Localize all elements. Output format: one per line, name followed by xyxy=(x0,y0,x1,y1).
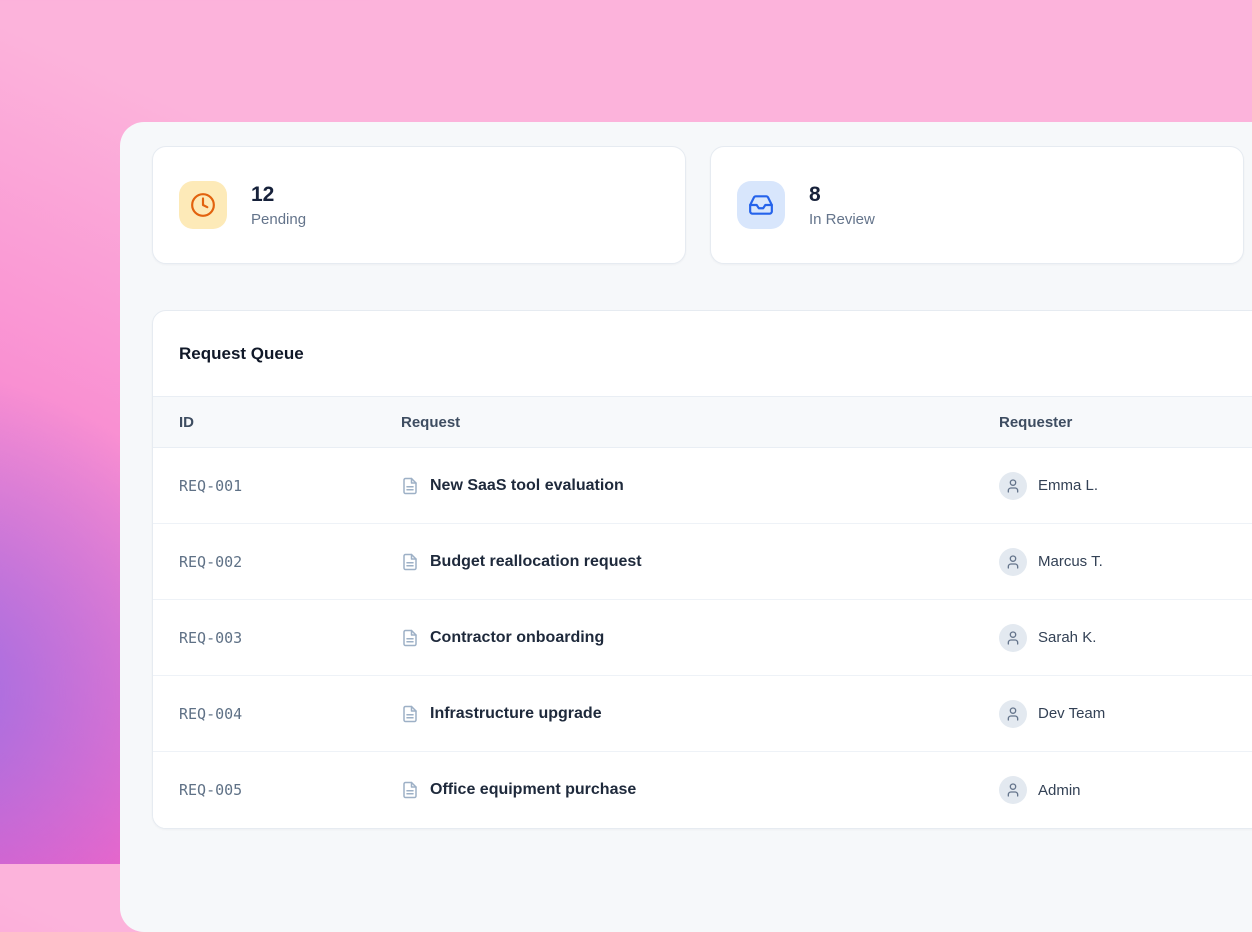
table-row[interactable]: REQ-001 New SaaS tool evaluation Emma L. xyxy=(153,448,1252,524)
stat-text: 12 Pending xyxy=(251,182,306,227)
request-id: REQ-003 xyxy=(153,629,401,647)
request-title: Contractor onboarding xyxy=(430,629,604,647)
column-header-request: Request xyxy=(401,414,999,431)
table-title: Request Queue xyxy=(153,311,1252,396)
stats-row: 12 Pending 8 In Review xyxy=(152,146,1252,264)
file-text-icon xyxy=(401,629,419,647)
table-row[interactable]: REQ-004 Infrastructure upgrade Dev Team xyxy=(153,676,1252,752)
page-background: { "colors": { "background_pink": "#fcb3d… xyxy=(0,0,1252,864)
in-review-count: 8 xyxy=(809,182,875,207)
column-header-requester: Requester xyxy=(999,414,1252,431)
avatar xyxy=(999,624,1027,652)
requester-name: Admin xyxy=(1038,782,1081,799)
request-id: REQ-005 xyxy=(153,781,401,799)
clock-icon xyxy=(179,181,227,229)
inbox-icon xyxy=(737,181,785,229)
in-review-label: In Review xyxy=(809,211,875,228)
request-id: REQ-002 xyxy=(153,553,401,571)
dashboard-panel: 12 Pending 8 In Review Request Queue ID … xyxy=(120,122,1252,932)
file-text-icon xyxy=(401,477,419,495)
requester-name: Dev Team xyxy=(1038,705,1105,722)
requester-name: Marcus T. xyxy=(1038,553,1103,570)
file-text-icon xyxy=(401,781,419,799)
request-title: Office equipment purchase xyxy=(430,781,636,799)
avatar xyxy=(999,472,1027,500)
requester-name: Emma L. xyxy=(1038,477,1098,494)
request-title: Budget reallocation request xyxy=(430,553,642,571)
table-row[interactable]: REQ-005 Office equipment purchase Admin xyxy=(153,752,1252,828)
request-id: REQ-001 xyxy=(153,477,401,495)
request-queue-card: Request Queue ID Request Requester REQ-0… xyxy=(152,310,1252,829)
avatar xyxy=(999,776,1027,804)
pending-label: Pending xyxy=(251,211,306,228)
requester-name: Sarah K. xyxy=(1038,629,1096,646)
file-text-icon xyxy=(401,553,419,571)
table-header-row: ID Request Requester xyxy=(153,396,1252,448)
avatar xyxy=(999,700,1027,728)
request-title: New SaaS tool evaluation xyxy=(430,477,624,495)
table-row[interactable]: REQ-003 Contractor onboarding Sarah K. xyxy=(153,600,1252,676)
stat-text: 8 In Review xyxy=(809,182,875,227)
stat-card-in-review: 8 In Review xyxy=(710,146,1244,264)
avatar xyxy=(999,548,1027,576)
table-row[interactable]: REQ-002 Budget reallocation request Marc… xyxy=(153,524,1252,600)
request-title: Infrastructure upgrade xyxy=(430,705,602,723)
stat-card-pending: 12 Pending xyxy=(152,146,686,264)
request-id: REQ-004 xyxy=(153,705,401,723)
file-text-icon xyxy=(401,705,419,723)
column-header-id: ID xyxy=(153,414,401,431)
pending-count: 12 xyxy=(251,182,306,207)
